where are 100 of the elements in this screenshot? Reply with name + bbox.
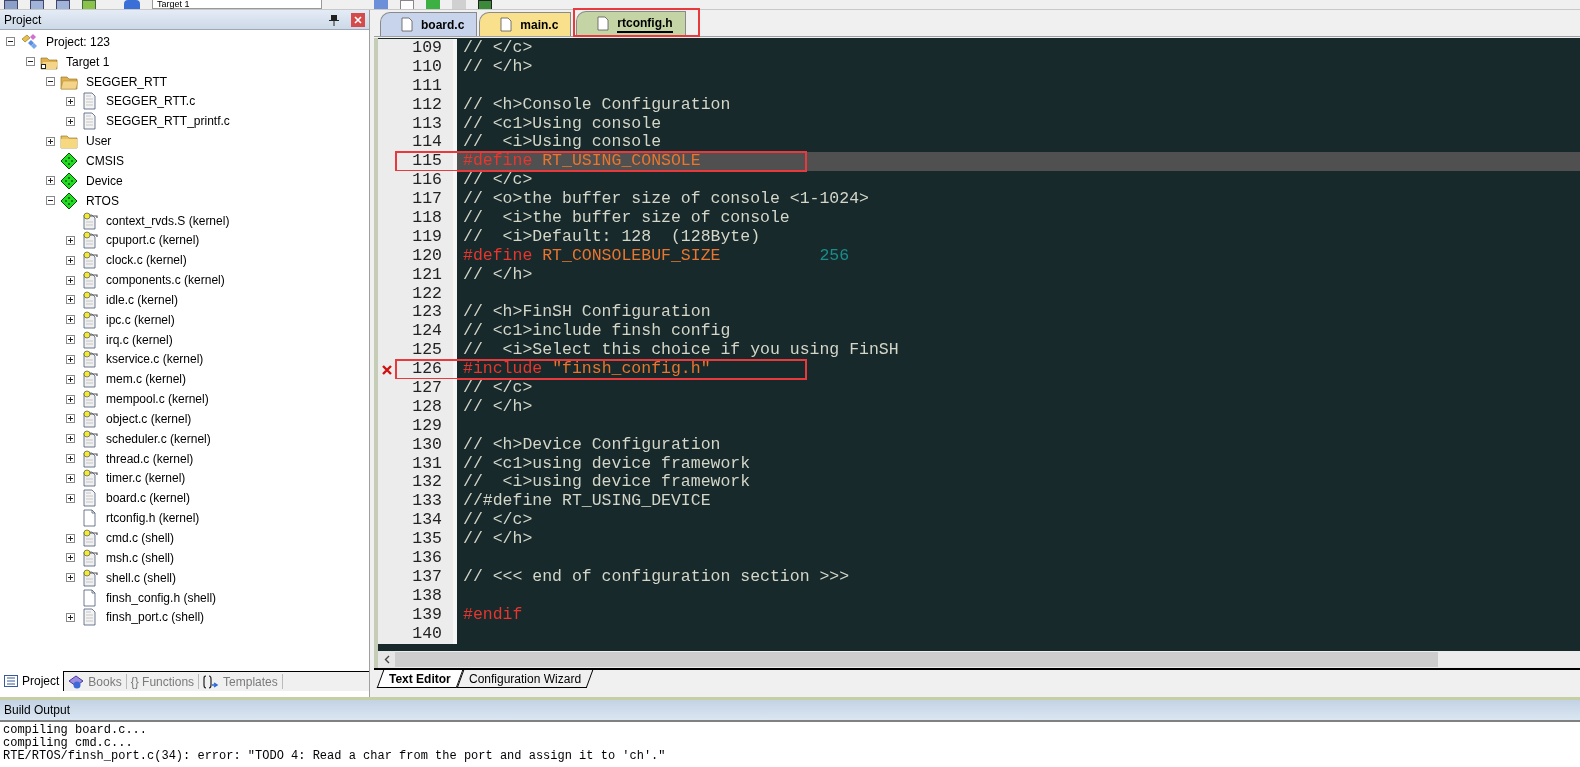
expand-icon[interactable]: [66, 235, 75, 245]
tree-item[interactable]: Project: 123: [44, 32, 113, 51]
expand-icon[interactable]: [66, 474, 75, 483]
horizontal-scrollbar[interactable]: [378, 651, 1580, 668]
pin-icon[interactable]: [329, 13, 339, 26]
tree-item[interactable]: object.c (kernel): [104, 409, 194, 428]
expand-icon[interactable]: [46, 176, 55, 186]
tree-item[interactable]: ipc.c (kernel): [104, 310, 177, 329]
tree-item[interactable]: CMSIS: [84, 152, 126, 170]
expand-icon[interactable]: [66, 553, 75, 563]
expand-icon[interactable]: [66, 295, 75, 305]
target-text: Target 1: [157, 0, 190, 9]
tree-item[interactable]: components.c (kernel): [104, 271, 227, 290]
expand-icon[interactable]: [46, 136, 55, 146]
scroll-left-icon[interactable]: [378, 651, 395, 668]
expand-icon[interactable]: [66, 454, 75, 464]
file-tab[interactable]: main.c: [479, 12, 572, 36]
panel-tab[interactable]: Templates: [199, 674, 283, 689]
collapse-icon[interactable]: [6, 37, 15, 47]
expand-icon[interactable]: [66, 116, 75, 126]
editor-mode-tab[interactable]: Text Editor: [376, 670, 464, 688]
tree-item[interactable]: Device: [84, 171, 125, 190]
code-line: // <i>Default: 128 (128Byte): [462, 227, 762, 247]
expand-icon[interactable]: [66, 394, 75, 404]
tree-item[interactable]: finsh_port.c (shell): [104, 608, 207, 627]
tree-item[interactable]: shell.c (shell): [104, 568, 179, 587]
expand-icon[interactable]: [66, 434, 75, 444]
line-number: 133: [412, 492, 442, 512]
line-number: 115: [412, 152, 442, 172]
tree-item[interactable]: idle.c (kernel): [104, 290, 181, 309]
expand-icon[interactable]: [66, 493, 75, 503]
file-key-icon: [80, 290, 98, 309]
code-line: // </h>: [462, 265, 534, 285]
braces-arrow-icon: [203, 674, 220, 689]
collapse-icon[interactable]: [46, 196, 55, 206]
tree-item[interactable]: mem.c (kernel): [104, 370, 188, 389]
file-icon: [80, 588, 98, 607]
line-number: 120: [412, 246, 442, 266]
tree-item[interactable]: cpuport.c (kernel): [104, 231, 202, 250]
scrollbar-thumb[interactable]: [395, 652, 1438, 667]
tree-item[interactable]: SEGGER_RTT.c: [104, 92, 198, 111]
code-line: // </h>: [462, 530, 534, 550]
book-icon: [68, 674, 85, 689]
target-dropdown[interactable]: Target 1: [152, 0, 322, 9]
tree-item[interactable]: Target 1: [64, 52, 112, 71]
expand-icon[interactable]: [66, 255, 75, 265]
tree-item[interactable]: rtconfig.h (kernel): [104, 509, 202, 528]
code-line: // <i>Using console: [462, 133, 663, 153]
editor-mode-tab[interactable]: Configuration Wizard: [456, 670, 594, 688]
line-number: 130: [412, 435, 442, 455]
tree-item[interactable]: context_rvds.S (kernel): [104, 211, 232, 230]
expand-icon[interactable]: [66, 315, 75, 325]
tree-item[interactable]: cmd.c (shell): [104, 529, 176, 547]
panel-tab[interactable]: Books: [64, 674, 127, 689]
tree-item[interactable]: User: [84, 132, 114, 151]
tree-item[interactable]: SEGGER_RTT: [84, 72, 170, 91]
close-icon[interactable]: [351, 12, 365, 27]
expand-icon[interactable]: [66, 275, 75, 285]
expand-icon[interactable]: [66, 573, 75, 583]
tree-item[interactable]: thread.c (kernel): [104, 449, 196, 468]
tree-item[interactable]: irq.c (kernel): [104, 330, 175, 349]
panel-tab[interactable]: Project: [0, 671, 65, 691]
code-line: #endif: [462, 605, 524, 625]
expand-icon[interactable]: [66, 533, 75, 543]
code-line: // <i>the buffer size of console: [462, 209, 791, 228]
code-line: // <o>the buffer size of console <1-1024>: [462, 190, 870, 209]
file-key-icon: [80, 231, 98, 250]
tree-item[interactable]: RTOS: [84, 191, 121, 210]
collapse-icon[interactable]: [46, 77, 55, 87]
file-tab[interactable]: rtconfig.h: [576, 11, 686, 35]
list-icon: [4, 675, 18, 687]
tree-item[interactable]: kservice.c (kernel): [104, 350, 206, 369]
tree-item[interactable]: scheduler.c (kernel): [104, 429, 213, 448]
expand-icon[interactable]: [66, 96, 75, 106]
line-number: 117: [412, 190, 442, 210]
line-number: 125: [412, 341, 442, 361]
line-number: 112: [412, 95, 442, 115]
code-line: #include "finsh_config.h": [462, 360, 712, 380]
expand-icon[interactable]: [66, 335, 75, 345]
tree-item[interactable]: finsh_config.h (shell): [104, 588, 219, 607]
tree-item[interactable]: msh.c (shell): [104, 548, 176, 567]
tree-item[interactable]: timer.c (kernel): [104, 469, 188, 488]
tree-item[interactable]: SEGGER_RTT_printf.c: [104, 112, 232, 131]
line-number: 136: [412, 549, 442, 568]
line-number: 137: [412, 567, 442, 587]
tree-item[interactable]: board.c (kernel): [104, 489, 193, 508]
tree-item[interactable]: clock.c (kernel): [104, 251, 189, 270]
file-tab[interactable]: board.c: [380, 12, 478, 36]
file-key-icon: [80, 429, 98, 448]
code-line: // <c1>Using console: [462, 114, 663, 134]
expand-icon[interactable]: [66, 612, 75, 622]
line-number: 127: [412, 379, 442, 398]
expand-icon[interactable]: [66, 414, 75, 424]
panel-tab[interactable]: {} Functions: [126, 674, 200, 689]
expand-icon[interactable]: [66, 374, 75, 384]
file-key-icon: [80, 271, 98, 290]
code-editor[interactable]: [374, 38, 1580, 668]
collapse-icon[interactable]: [26, 57, 35, 67]
tree-item[interactable]: mempool.c (kernel): [104, 390, 211, 409]
expand-icon[interactable]: [66, 354, 75, 364]
